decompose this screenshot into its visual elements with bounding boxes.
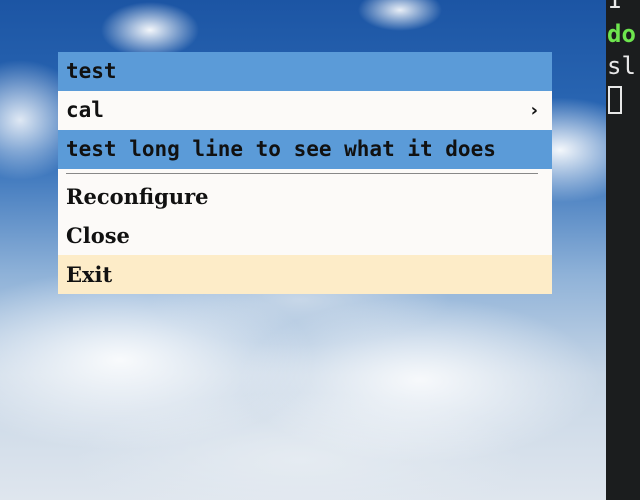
menu-item-reconfigure[interactable]: Reconfigure (58, 177, 552, 216)
menu-item-test-long-line[interactable]: test long line to see what it does (58, 130, 552, 169)
terminal-line: 1 (607, 0, 622, 14)
menu-item-label: cal (66, 98, 104, 122)
submenu-arrow-icon: › (530, 100, 538, 121)
menu-item-close[interactable]: Close (58, 216, 552, 255)
terminal-line: sl (607, 52, 636, 80)
terminal-cursor (608, 86, 622, 114)
menu-item-label: test long line to see what it does (66, 137, 496, 161)
menu-title: test (58, 52, 552, 91)
desktop-wallpaper[interactable]: test cal › test long line to see what it… (0, 0, 606, 500)
menu-item-exit[interactable]: Exit (58, 255, 552, 294)
menu-separator (58, 169, 552, 177)
menu-item-label: Exit (66, 262, 113, 287)
root-menu: test cal › test long line to see what it… (58, 52, 552, 294)
menu-item-label: Close (66, 223, 130, 248)
menu-item-label: Reconfigure (66, 184, 209, 209)
terminal-window[interactable]: 1 do sl (606, 0, 640, 500)
menu-item-cal[interactable]: cal › (58, 91, 552, 130)
terminal-prompt: do (607, 20, 636, 48)
